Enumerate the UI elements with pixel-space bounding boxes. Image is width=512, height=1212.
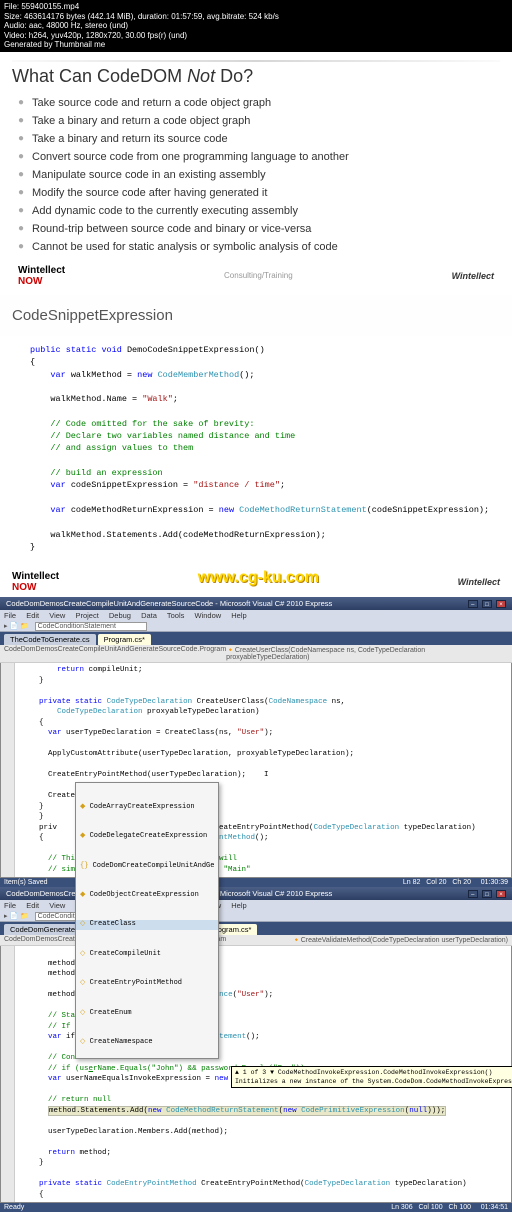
crumb-right[interactable]: 🔸CreateUserClass(CodeNamespace ns, CodeT…: [226, 646, 508, 661]
menu-help[interactable]: Help: [231, 611, 246, 620]
wintellect-logo: Wintellect: [452, 271, 494, 281]
menu-edit[interactable]: Edit: [26, 901, 39, 910]
intellisense-item[interactable]: ◇ CreateEntryPointMethod: [76, 979, 218, 989]
wintellect-now-logo: Wintellect NOW: [12, 571, 59, 593]
status-col: Col 20: [426, 879, 446, 886]
slide-what-cannot-do: What Can CodeDOM Not Do? Take source cod…: [0, 52, 512, 295]
ide1-title: CodeDomDemosCreateCompileUnitAndGenerate…: [6, 599, 332, 608]
menu-help[interactable]: Help: [231, 901, 246, 910]
status-time: 01:34:51: [481, 1204, 508, 1211]
status-col: Col 100: [418, 1204, 442, 1211]
list-item: Cannot be used for static analysis or sy…: [18, 241, 500, 253]
intellisense-item[interactable]: ◆ CodeDelegateCreateExpression: [76, 832, 218, 842]
close-icon[interactable]: ×: [496, 890, 506, 898]
crumb-right[interactable]: 🔸CreateValidateMethod(CodeTypeDeclaratio…: [292, 936, 508, 944]
status-ch: Ch 20: [452, 879, 471, 886]
status-left: Ready: [4, 1204, 24, 1211]
menu-window[interactable]: Window: [194, 611, 221, 620]
status-time: 01:30:39: [481, 879, 508, 886]
ide1-menu: File Edit View Project Debug Data Tools …: [0, 610, 512, 621]
ide-window-1: CodeDomDemosCreateCompileUnitAndGenerate…: [0, 597, 512, 887]
menu-view[interactable]: View: [49, 611, 65, 620]
list-item: Add dynamic code to the currently execut…: [18, 205, 500, 217]
slide1-title-em: Not: [187, 66, 215, 86]
menu-view[interactable]: View: [49, 901, 65, 910]
minimize-icon[interactable]: –: [468, 890, 478, 898]
menu-edit[interactable]: Edit: [26, 611, 39, 620]
menu-file[interactable]: File: [4, 901, 16, 910]
menu-project[interactable]: Project: [75, 611, 98, 620]
close-icon[interactable]: ×: [496, 600, 506, 608]
ide1-code-editor[interactable]: return compileUnit; } private static Cod…: [0, 663, 512, 878]
menu-data[interactable]: Data: [141, 611, 157, 620]
status-ln: Ln 82: [403, 879, 421, 886]
slide1-footer: Wintellect NOW Consulting/Training Winte…: [12, 261, 500, 291]
gen-line: Generated by Thumbnail me: [4, 40, 508, 50]
list-item: Modify the source code after having gene…: [18, 187, 500, 199]
crumb-left[interactable]: CodeDomDemosCreateCompileUnitAndGenerate…: [4, 646, 226, 661]
maximize-icon[interactable]: □: [482, 600, 492, 608]
window-buttons: – □ ×: [466, 889, 506, 898]
tab-program[interactable]: Program.cs*: [98, 634, 151, 645]
list-item: Round-trip between source code and binar…: [18, 223, 500, 235]
status-ch: Ch 100: [448, 1204, 471, 1211]
intellisense-item[interactable]: ◆ CodeObjectCreateExpression: [76, 891, 218, 901]
status-ln: Ln 306: [391, 1204, 412, 1211]
tooltip-line2: Initializes a new instance of the System…: [235, 1077, 512, 1086]
video-line: Video: h264, yuv420p, 1280x720, 30.00 fp…: [4, 31, 508, 41]
signature-tooltip: ▲ 1 of 3 ▼ CodeMethodInvokeExpression.Co…: [231, 1066, 512, 1088]
ide1-titlebar: CodeDomDemosCreateCompileUnitAndGenerate…: [0, 597, 512, 610]
slide2-footer: Wintellect NOW www.cg-ku.com Wintellect: [0, 569, 512, 597]
wintellect-logo: Wintellect: [458, 577, 500, 587]
maximize-icon[interactable]: □: [482, 890, 492, 898]
minimize-icon[interactable]: –: [468, 600, 478, 608]
slide2-code: public static void DemoCodeSnippetExpres…: [0, 336, 512, 561]
tab-thecodetogenerate[interactable]: TheCodeToGenerate.cs: [4, 634, 96, 645]
slide1-title: What Can CodeDOM Not Do?: [12, 66, 500, 87]
list-item: Take source code and return a code objec…: [18, 97, 500, 109]
status-left: Item(s) Saved: [4, 879, 48, 886]
size-line: Size: 463614176 bytes (442.14 MiB), dura…: [4, 12, 508, 22]
intellisense-item[interactable]: ◇ CreateNamespace: [76, 1038, 218, 1048]
list-item: Take a binary and return its source code: [18, 133, 500, 145]
audio-line: Audio: aac, 48000 Hz, stereo (und): [4, 21, 508, 31]
wintellect-now-logo: Wintellect NOW: [18, 265, 65, 287]
slide2-title: CodeSnippetExpression: [0, 295, 512, 336]
ide2-statusbar: Ready Ln 306 Col 100 Ch 100 01:34:51: [0, 1203, 512, 1212]
slide1-title-post: Do?: [215, 66, 253, 86]
file-line: File: 559400155.mp4: [4, 2, 508, 12]
tooltip-line1: ▲ 1 of 3 ▼ CodeMethodInvokeExpression.Co…: [235, 1068, 512, 1077]
toolbar-dropdown[interactable]: CodeConditionStatement: [35, 622, 147, 631]
intellisense-item-selected[interactable]: ◇ CreateClass: [76, 920, 218, 930]
watermark: www.cg-ku.com: [198, 569, 319, 587]
list-item: Take a binary and return a code object g…: [18, 115, 500, 127]
slide1-bullets: Take source code and return a code objec…: [12, 97, 500, 253]
ide1-breadcrumb: CodeDomDemosCreateCompileUnitAndGenerate…: [0, 645, 512, 663]
media-info-header: File: 559400155.mp4 Size: 463614176 byte…: [0, 0, 512, 52]
ide1-tabs: TheCodeToGenerate.cs Program.cs*: [0, 632, 512, 645]
footer-center: Consulting/Training: [224, 271, 293, 280]
intellisense-item[interactable]: ◇ CreateEnum: [76, 1009, 218, 1019]
window-buttons: – □ ×: [466, 599, 506, 608]
menu-tools[interactable]: Tools: [167, 611, 185, 620]
menu-file[interactable]: File: [4, 611, 16, 620]
intellisense-item[interactable]: {} CodeDomCreateCompileUnitAndGe: [76, 862, 218, 872]
ide1-toolbar: ▸ 📄 📁 CodeConditionStatement: [0, 621, 512, 632]
list-item: Manipulate source code in an existing as…: [18, 169, 500, 181]
intellisense-popup[interactable]: ◆ CodeArrayCreateExpression ◆ CodeDelega…: [75, 782, 219, 1058]
intellisense-item[interactable]: ◇ CreateCompileUnit: [76, 950, 218, 960]
list-item: Convert source code from one programming…: [18, 151, 500, 163]
slide1-title-pre: What Can CodeDOM: [12, 66, 187, 86]
intellisense-item[interactable]: ◆ CodeArrayCreateExpression: [76, 803, 218, 813]
menu-debug[interactable]: Debug: [109, 611, 131, 620]
